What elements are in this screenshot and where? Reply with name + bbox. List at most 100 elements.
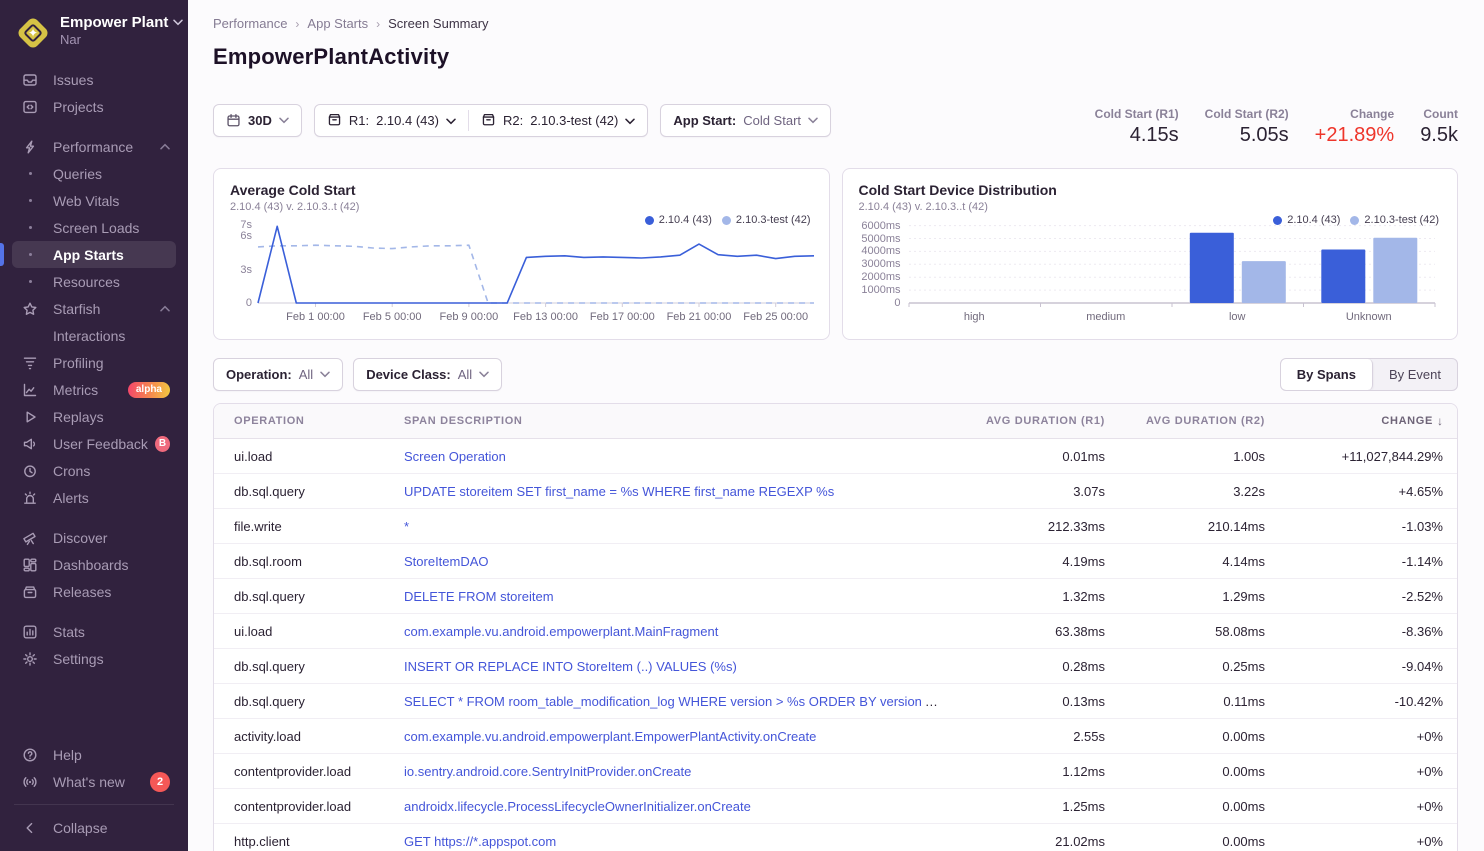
sidebar-item-collapse[interactable]: Collapse <box>12 814 176 841</box>
span-description-cell: com.example.vu.android.empowerplant.Main… <box>384 624 959 639</box>
bullet-icon <box>29 280 32 283</box>
table-header: OPERATIONSPAN DESCRIPTIONAVG DURATION (R… <box>214 404 1457 439</box>
sidebar-item-app-starts[interactable]: App Starts <box>12 241 176 268</box>
span-description-link[interactable]: io.sentry.android.core.SentryInitProvide… <box>404 764 691 779</box>
chart-title: Cold Start Device Distribution <box>859 182 1442 198</box>
sidebar-item-label: Queries <box>53 166 102 182</box>
sidebar-item-crons[interactable]: Crons <box>12 457 176 484</box>
release1-label: R1: <box>349 113 369 128</box>
span-description-cell: * <box>384 519 959 534</box>
device-class-filter-button[interactable]: Device Class: All <box>353 358 502 391</box>
page-title: EmpowerPlantActivity <box>213 44 1458 70</box>
sidebar-item-interactions[interactable]: Interactions <box>12 322 176 349</box>
releases-icon <box>18 584 42 600</box>
sidebar-item-user-feedback[interactable]: User FeedbackB <box>12 430 176 457</box>
starfish-icon <box>18 301 42 317</box>
column-header-span-description[interactable]: SPAN DESCRIPTION <box>384 415 959 427</box>
span-description-link[interactable]: com.example.vu.android.empowerplant.Main… <box>404 624 718 639</box>
replays-icon <box>18 409 42 425</box>
span-description-cell: GET https://*.appspot.com <box>384 834 959 849</box>
sidebar-item-dashboards[interactable]: Dashboards <box>12 551 176 578</box>
column-header-avg-duration-r1[interactable]: AVG DURATION (R1) <box>959 415 1119 427</box>
sidebar-item-label: Metrics <box>53 382 98 398</box>
avg-duration-r2-cell: 58.08ms <box>1119 624 1279 639</box>
span-description-cell: androidx.lifecycle.ProcessLifecycleOwner… <box>384 799 959 814</box>
alpha-badge: alpha <box>128 382 170 398</box>
app-start-label: App Start: <box>673 113 736 128</box>
view-toggle: By Spans By Event <box>1280 358 1458 391</box>
sidebar-item-label: Discover <box>53 530 107 546</box>
sidebar-item-performance[interactable]: Performance <box>12 133 176 160</box>
sidebar-item-replays[interactable]: Replays <box>12 403 176 430</box>
charts-row: Average Cold Start 2.10.4 (43) v. 2.10.3… <box>213 168 1458 340</box>
sidebar-item-issues[interactable]: Issues <box>12 66 176 93</box>
sidebar-item-alerts[interactable]: Alerts <box>12 484 176 511</box>
span-description-link[interactable]: UPDATE storeitem SET first_name = %s WHE… <box>404 484 834 499</box>
span-description-link[interactable]: SELECT * FROM room_table_modification_lo… <box>404 694 952 709</box>
sidebar-item-profiling[interactable]: Profiling <box>12 349 176 376</box>
sidebar-item-queries[interactable]: Queries <box>12 160 176 187</box>
sidebar-item-settings[interactable]: Settings <box>12 645 176 672</box>
sidebar-item-metrics[interactable]: Metrics alpha <box>12 376 176 403</box>
release-box-icon <box>481 112 496 130</box>
column-header-avg-duration-r2[interactable]: AVG DURATION (R2) <box>1119 415 1279 427</box>
sidebar-item-releases[interactable]: Releases <box>12 578 176 605</box>
sidebar-item-stats[interactable]: Stats <box>12 618 176 645</box>
y-axis-tick: 0 <box>859 297 901 309</box>
chevron-down-icon <box>808 117 818 124</box>
release1-button[interactable]: R1: 2.10.4 (43) <box>315 105 468 136</box>
help-icon <box>18 747 42 763</box>
stat-label: Count <box>1420 107 1458 121</box>
chevron-down-icon <box>479 371 489 378</box>
sidebar-item-label: Alerts <box>53 490 89 506</box>
span-description-link[interactable]: INSERT OR REPLACE INTO StoreItem (..) VA… <box>404 659 737 674</box>
table-row: http.clientGET https://*.appspot.com21.0… <box>214 824 1457 851</box>
app-start-type-button[interactable]: App Start: Cold Start <box>660 104 831 137</box>
calendar-icon <box>226 113 241 128</box>
sidebar-item-starfish[interactable]: Starfish <box>12 295 176 322</box>
sidebar-item-web-vitals[interactable]: Web Vitals <box>12 187 176 214</box>
date-range-button[interactable]: 30D <box>213 104 302 137</box>
span-description-link[interactable]: androidx.lifecycle.ProcessLifecycleOwner… <box>404 799 751 814</box>
sidebar-item-what-s-new[interactable]: What's new2 <box>12 768 176 795</box>
table-row: activity.loadcom.example.vu.android.empo… <box>214 719 1457 754</box>
span-description-link[interactable]: Screen Operation <box>404 449 506 464</box>
avg-duration-r2-cell: 1.00s <box>1119 449 1279 464</box>
sidebar-item-screen-loads[interactable]: Screen Loads <box>12 214 176 241</box>
chevron-up-icon <box>160 143 170 150</box>
sidebar-item-discover[interactable]: Discover <box>12 524 176 551</box>
tab-by-event[interactable]: By Event <box>1373 359 1457 390</box>
span-description-link[interactable]: DELETE FROM storeitem <box>404 589 554 604</box>
avg-duration-r2-cell: 3.22s <box>1119 484 1279 499</box>
sidebar: ✦ Empower Plant Nar Issues Projects Perfor… <box>0 0 188 851</box>
column-header-change[interactable]: CHANGE↓ <box>1279 414 1457 428</box>
release2-value: 2.10.3-test (42) <box>530 113 618 128</box>
release2-button[interactable]: R2: 2.10.3-test (42) <box>469 105 647 136</box>
y-axis-tick: 5000ms <box>859 233 901 245</box>
table-row: db.sql.queryDELETE FROM storeitem1.32ms1… <box>214 579 1457 614</box>
sidebar-item-projects[interactable]: Projects <box>12 93 176 120</box>
span-description-link[interactable]: com.example.vu.android.empowerplant.Empo… <box>404 729 816 744</box>
feedback-icon <box>18 436 42 452</box>
change-cell: -1.14% <box>1279 554 1457 569</box>
sidebar-item-help[interactable]: Help <box>12 741 176 768</box>
tab-by-spans[interactable]: By Spans <box>1281 359 1373 390</box>
column-header-operation[interactable]: OPERATION <box>214 415 384 427</box>
org-switcher[interactable]: ✦ Empower Plant Nar <box>0 0 188 50</box>
sidebar-item-resources[interactable]: Resources <box>12 268 176 295</box>
span-description-link[interactable]: GET https://*.appspot.com <box>404 834 556 849</box>
bullet-slot <box>18 226 42 229</box>
sidebar-item-label: Projects <box>53 99 104 115</box>
summary-stats: Cold Start (R1)4.15sCold Start (R2)5.05s… <box>1095 104 1458 147</box>
breadcrumb-item-app-starts[interactable]: App Starts <box>307 16 368 31</box>
span-description-cell: SELECT * FROM room_table_modification_lo… <box>384 694 959 709</box>
bullet-icon <box>29 226 32 229</box>
span-description-link[interactable]: StoreItemDAO <box>404 554 489 569</box>
breadcrumb-item-performance[interactable]: Performance <box>213 16 287 31</box>
avg-duration-r1-cell: 0.01ms <box>959 449 1119 464</box>
operation-filter-button[interactable]: Operation: All <box>213 358 343 391</box>
avg-duration-r1-cell: 4.19ms <box>959 554 1119 569</box>
span-description-link[interactable]: * <box>404 519 409 534</box>
span-description-cell: Screen Operation <box>384 449 959 464</box>
bullet-slot <box>18 253 42 256</box>
